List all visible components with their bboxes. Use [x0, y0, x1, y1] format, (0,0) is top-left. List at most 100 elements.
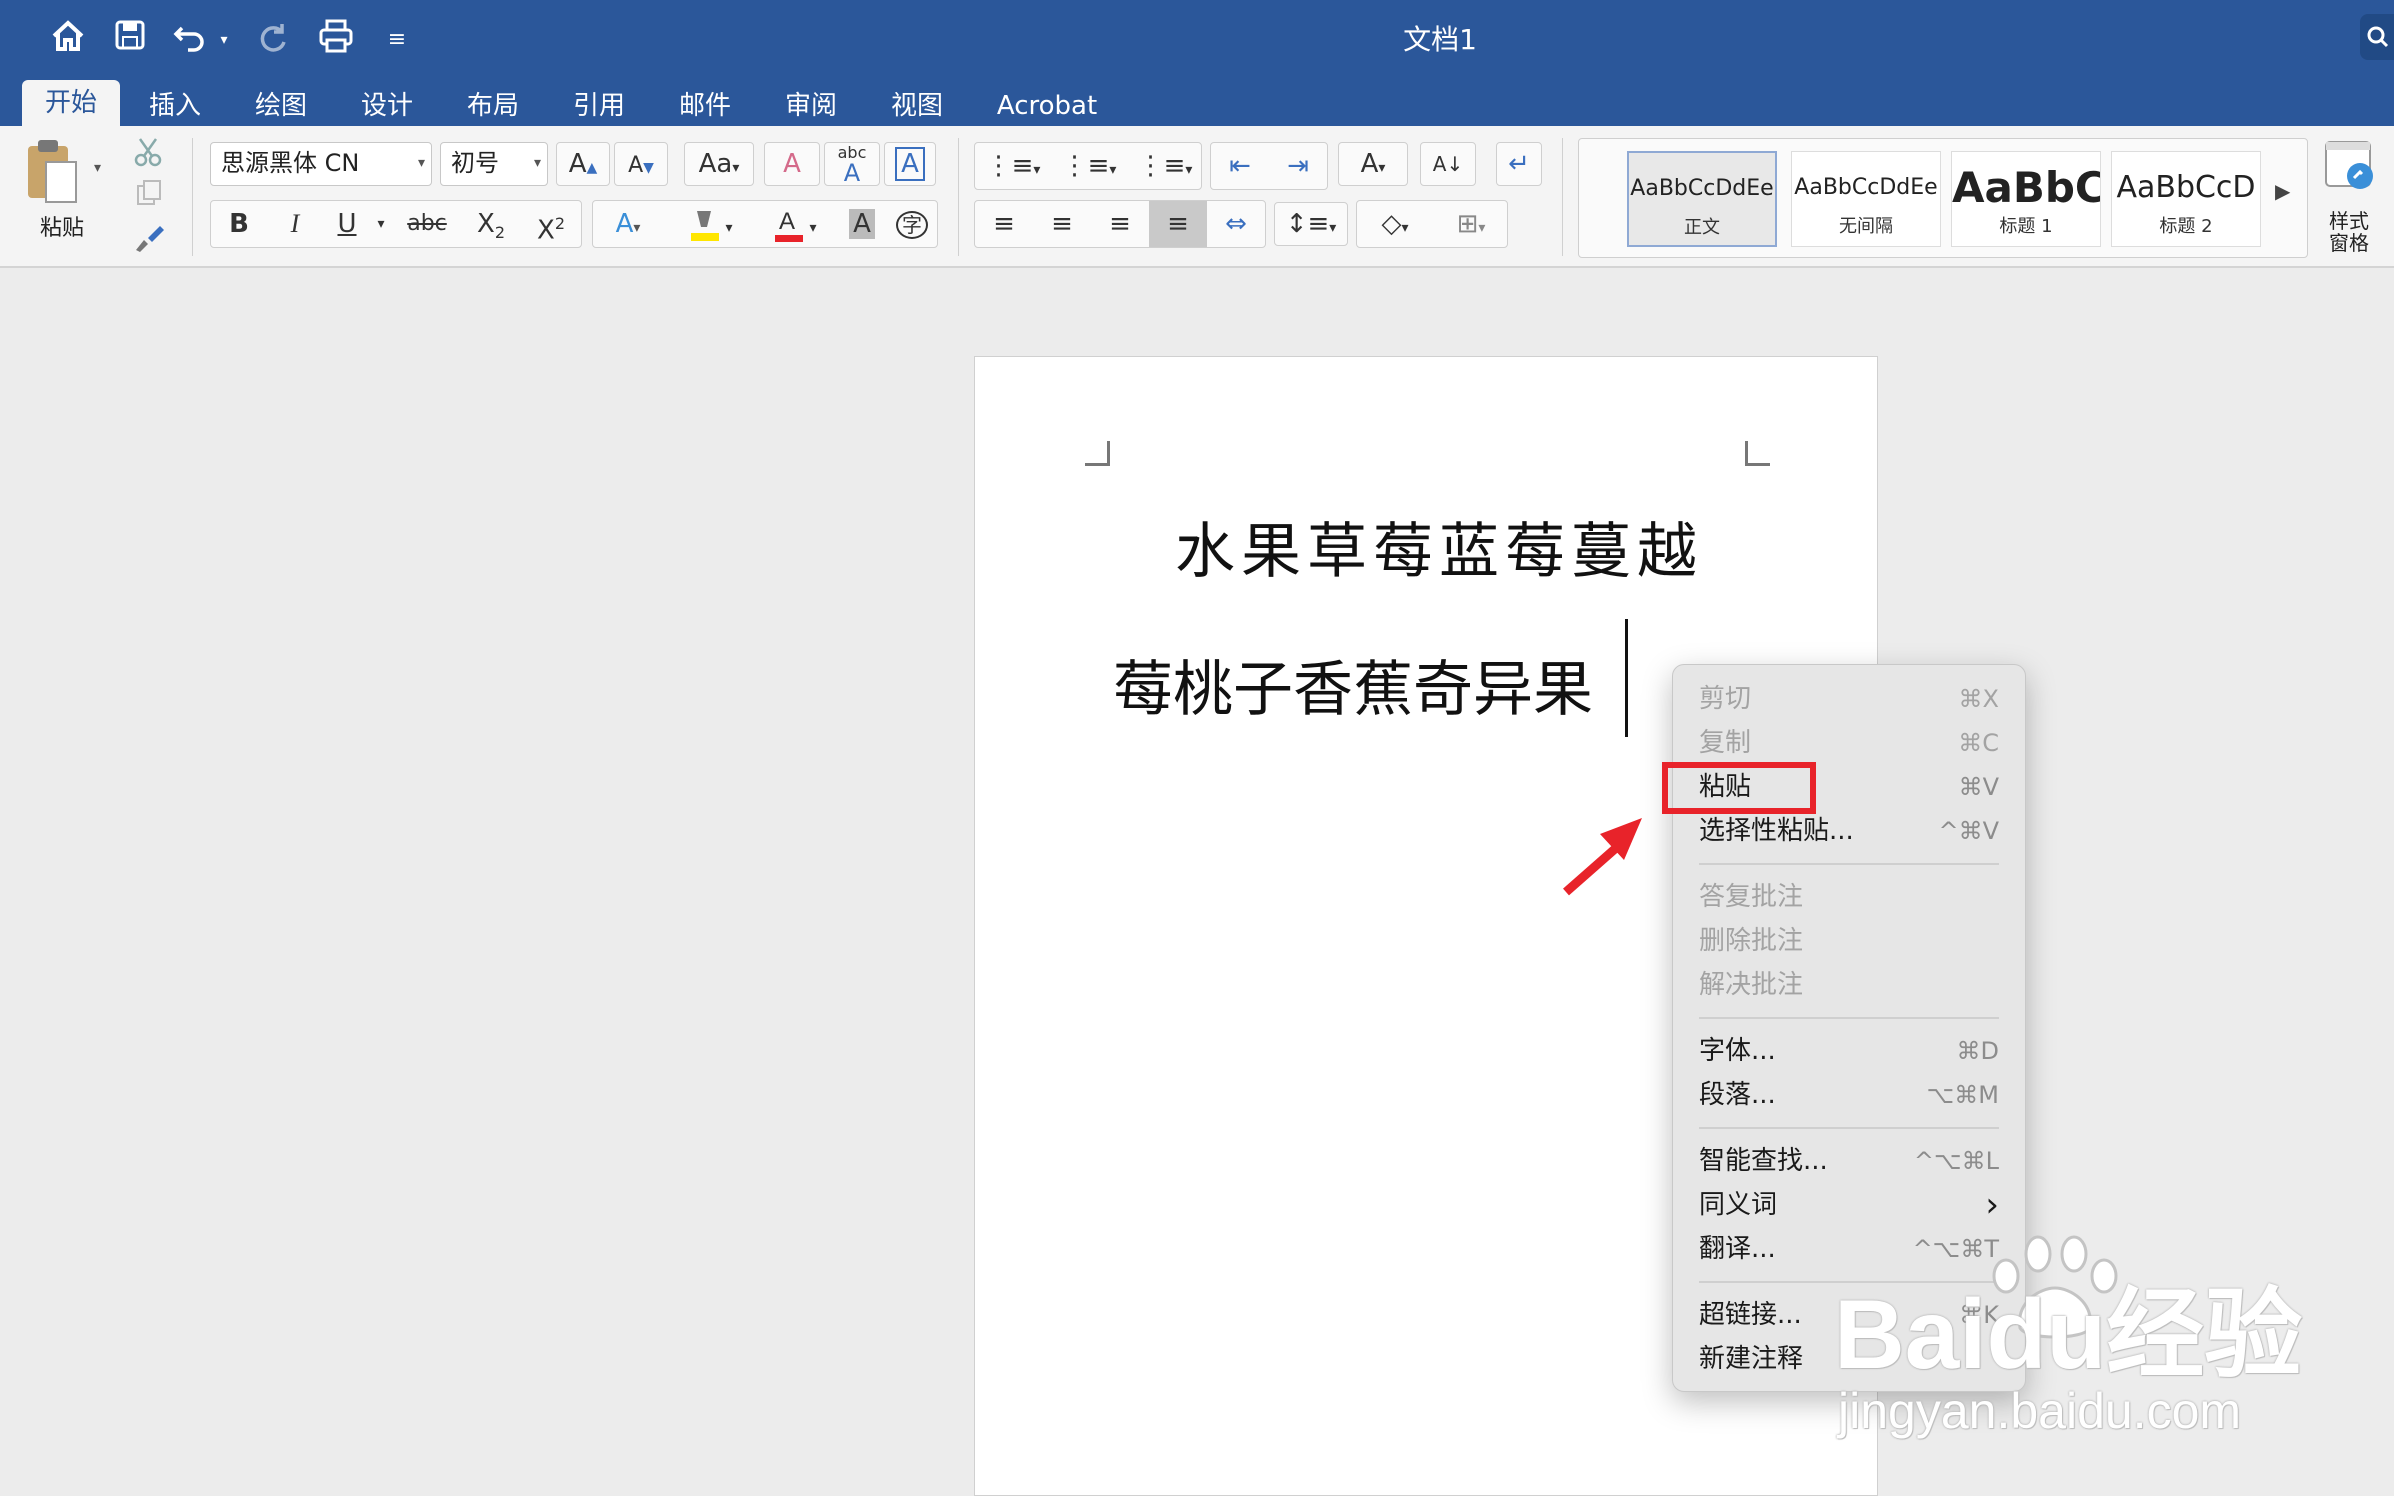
- menu-item-synonyms[interactable]: 同义词 ›: [1699, 1185, 1999, 1225]
- menu-item-delete-comment[interactable]: 删除批注: [1699, 921, 1999, 961]
- chevron-down-icon: ▾: [417, 155, 425, 171]
- style-sample: AaBbCcDdEe: [1794, 175, 1938, 200]
- style-name: 正文: [1684, 217, 1720, 238]
- clear-formatting-icon[interactable]: A: [764, 142, 820, 186]
- tab-draw[interactable]: 绘图: [242, 86, 320, 126]
- tab-insert[interactable]: 插入: [136, 86, 214, 126]
- font-name-select[interactable]: 思源黑体 CN ▾: [210, 142, 432, 186]
- menu-item-resolve-comment[interactable]: 解决批注: [1699, 965, 1999, 1005]
- change-case-icon[interactable]: Aa▾: [684, 142, 754, 186]
- undo-icon[interactable]: [170, 18, 210, 62]
- shrink-font-icon[interactable]: A▼: [614, 142, 668, 186]
- menu-item-paragraph[interactable]: 段落... ⌥⌘M: [1699, 1075, 1999, 1115]
- strikethrough-button[interactable]: abc: [395, 201, 459, 247]
- document-title: 文档1: [1403, 23, 1477, 56]
- home-icon[interactable]: [48, 18, 88, 62]
- menu-item-font[interactable]: 字体... ⌘D: [1699, 1031, 1999, 1071]
- tab-mailings[interactable]: 邮件: [666, 86, 744, 126]
- underline-dropdown-icon[interactable]: ▾: [371, 201, 391, 247]
- menu-item-cut[interactable]: 剪切 ⌘X: [1699, 679, 1999, 719]
- margin-corner-mark: [1745, 441, 1770, 466]
- paste-highlight-box: [1662, 762, 1816, 814]
- style-heading-2[interactable]: AaBbCcD 标题 2: [2111, 151, 2261, 247]
- red-arrow-annotation: [1560, 808, 1660, 898]
- list-buttons-group: ⋮≡▾ ⋮≡▾ ⋮≡▾: [974, 142, 1202, 190]
- align-left-icon[interactable]: ≡: [975, 201, 1033, 247]
- bullets-icon[interactable]: ⋮≡▾: [975, 143, 1051, 189]
- customize-toolbar-icon[interactable]: ≡: [384, 18, 410, 62]
- italic-button[interactable]: I: [267, 201, 323, 247]
- highlight-color-icon[interactable]: ▾: [669, 201, 749, 247]
- sort-icon[interactable]: A↓: [1420, 142, 1476, 186]
- superscript-icon[interactable]: X2: [523, 201, 579, 247]
- style-name: 无间隔: [1839, 216, 1893, 237]
- menu-item-translate[interactable]: 翻译... ^⌥⌘T: [1699, 1229, 1999, 1269]
- character-border-icon[interactable]: A: [884, 142, 936, 186]
- tab-references[interactable]: 引用: [560, 86, 638, 126]
- style-normal[interactable]: AaBbCcDdEe 正文: [1627, 151, 1777, 247]
- menu-separator: [1699, 1127, 1999, 1129]
- paste-icon[interactable]: [24, 138, 80, 208]
- text-effects-icon[interactable]: A▾: [593, 201, 663, 247]
- copy-icon[interactable]: [134, 178, 164, 208]
- style-heading-1[interactable]: AaBbC 标题 1: [1951, 151, 2101, 247]
- grow-font-icon[interactable]: A▲: [556, 142, 610, 186]
- justify-icon[interactable]: ≡: [1149, 201, 1207, 247]
- distributed-icon[interactable]: ⇔: [1207, 201, 1265, 247]
- document-text-line-1: 水果草莓蓝莓蔓越: [1175, 517, 1703, 587]
- format-painter-icon[interactable]: [132, 220, 166, 254]
- font-color-icon[interactable]: A ▾: [753, 201, 833, 247]
- bold-button[interactable]: B: [211, 201, 267, 247]
- font-name-value: 思源黑体 CN: [221, 149, 360, 177]
- format-button-group: B I U ▾ abc X2 X2: [210, 200, 582, 248]
- numbering-icon[interactable]: ⋮≡▾: [1051, 143, 1127, 189]
- menu-item-smart-lookup[interactable]: 智能查找... ^⌥⌘L: [1699, 1141, 1999, 1181]
- watermark-brand: Baidu经验: [1834, 1279, 2303, 1389]
- save-icon[interactable]: [110, 18, 150, 62]
- redo-icon[interactable]: [254, 18, 294, 62]
- show-formatting-icon[interactable]: ↵: [1496, 142, 1542, 186]
- tab-layout[interactable]: 布局: [454, 86, 532, 126]
- chevron-right-icon: ›: [1985, 1185, 1999, 1225]
- tab-view[interactable]: 视图: [878, 86, 956, 126]
- tab-review[interactable]: 审阅: [772, 86, 850, 126]
- styles-pane-label[interactable]: 样式 窗格: [2318, 210, 2380, 254]
- gallery-more-icon[interactable]: ▶: [2275, 179, 2290, 203]
- print-icon[interactable]: [316, 18, 356, 62]
- line-spacing-icon[interactable]: ↕≡▾: [1274, 202, 1348, 246]
- menu-item-paste-special[interactable]: 选择性粘贴... ^⌘V: [1699, 811, 1999, 851]
- chevron-down-icon: ▾: [533, 155, 541, 171]
- style-sample: AaBbC: [1952, 164, 2100, 212]
- menu-item-reply-comment[interactable]: 答复批注: [1699, 877, 1999, 917]
- svg-text:A: A: [779, 208, 795, 235]
- text-direction-icon[interactable]: A▾: [1338, 142, 1408, 186]
- character-shading-icon[interactable]: A: [839, 201, 885, 247]
- phonetic-guide-icon[interactable]: abc A: [824, 142, 880, 186]
- title-bar: ▾ ≡ 文档1: [0, 0, 2394, 80]
- styles-gallery: AaBbCcDdEe 正文 AaBbCcDdEe 无间隔 AaBbC 标题 1 …: [1578, 138, 2308, 258]
- cut-icon[interactable]: [132, 136, 164, 168]
- shading-icon[interactable]: ◇▾: [1357, 201, 1433, 247]
- underline-button[interactable]: U: [323, 201, 371, 247]
- multilevel-list-icon[interactable]: ⋮≡▾: [1127, 143, 1203, 189]
- style-sample: AaBbCcD: [2116, 170, 2256, 205]
- tab-home[interactable]: 开始: [22, 80, 120, 126]
- subscript-icon[interactable]: X2: [463, 201, 519, 247]
- enclose-character-icon[interactable]: 字: [889, 201, 935, 247]
- styles-pane-icon[interactable]: [2322, 138, 2376, 192]
- style-no-spacing[interactable]: AaBbCcDdEe 无间隔: [1791, 151, 1941, 247]
- tab-design[interactable]: 设计: [348, 86, 426, 126]
- menu-item-copy[interactable]: 复制 ⌘C: [1699, 723, 1999, 763]
- shading-borders-group: ◇▾ ⊞▾: [1356, 200, 1508, 248]
- decrease-indent-icon[interactable]: ⇤: [1211, 143, 1269, 189]
- increase-indent-icon[interactable]: ⇥: [1269, 143, 1327, 189]
- align-right-icon[interactable]: ≡: [1091, 201, 1149, 247]
- borders-icon[interactable]: ⊞▾: [1433, 201, 1509, 247]
- document-text-line-2: 莓桃子香蕉奇异果: [1113, 655, 1593, 725]
- align-center-icon[interactable]: ≡: [1033, 201, 1091, 247]
- font-size-select[interactable]: 初号 ▾: [440, 142, 548, 186]
- search-icon[interactable]: [2360, 14, 2394, 60]
- undo-dropdown-icon[interactable]: ▾: [214, 18, 234, 62]
- tab-acrobat[interactable]: Acrobat: [986, 86, 1108, 126]
- paste-dropdown-icon[interactable]: ▾: [94, 160, 101, 176]
